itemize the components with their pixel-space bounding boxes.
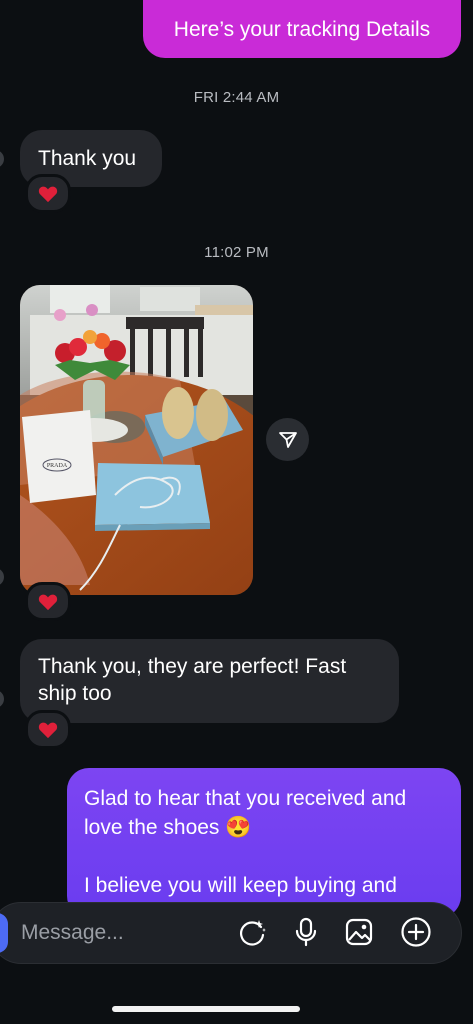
heart-icon xyxy=(38,722,58,738)
add-icon[interactable] xyxy=(399,915,433,949)
microphone-icon[interactable] xyxy=(289,915,323,949)
outgoing-message-tracking[interactable]: Here’s your tracking Details xyxy=(143,0,461,58)
message-text: Here’s your tracking Details xyxy=(173,18,431,41)
camera-button[interactable] xyxy=(0,913,8,953)
heart-icon xyxy=(38,594,58,610)
gallery-icon[interactable] xyxy=(342,915,376,949)
timestamp: FRI 2:44 AM xyxy=(193,89,280,106)
heart-reaction[interactable] xyxy=(25,174,71,213)
heart-icon xyxy=(38,186,58,202)
message-text: Thank you xyxy=(38,147,137,170)
message-input[interactable]: Message... xyxy=(21,921,124,945)
incoming-message-perfect[interactable]: Thank you, they are perfect! Fast ship t… xyxy=(20,639,399,723)
message-text-line2: I believe you will keep buying and xyxy=(84,874,397,897)
sender-avatar[interactable] xyxy=(0,568,4,586)
send-icon xyxy=(278,431,297,448)
home-indicator[interactable] xyxy=(112,1006,300,1012)
message-text-line1: Glad to hear that you received and love … xyxy=(84,787,407,839)
sender-avatar[interactable] xyxy=(0,150,4,168)
shoes-photo: PRADA xyxy=(20,285,253,595)
share-button[interactable] xyxy=(266,418,309,461)
timestamp: 11:02 PM xyxy=(204,244,269,261)
message-text: Thank you, they are perfect! Fast ship t… xyxy=(38,655,347,705)
sticker-icon[interactable] xyxy=(235,915,269,949)
box-brand-text: PRADA xyxy=(47,463,68,469)
sender-avatar[interactable] xyxy=(0,690,4,708)
heart-reaction[interactable] xyxy=(25,582,71,621)
outgoing-message-glad[interactable]: Glad to hear that you received and love … xyxy=(67,768,461,918)
heart-reaction[interactable] xyxy=(25,710,71,749)
photo-message[interactable]: PRADA xyxy=(20,285,253,595)
